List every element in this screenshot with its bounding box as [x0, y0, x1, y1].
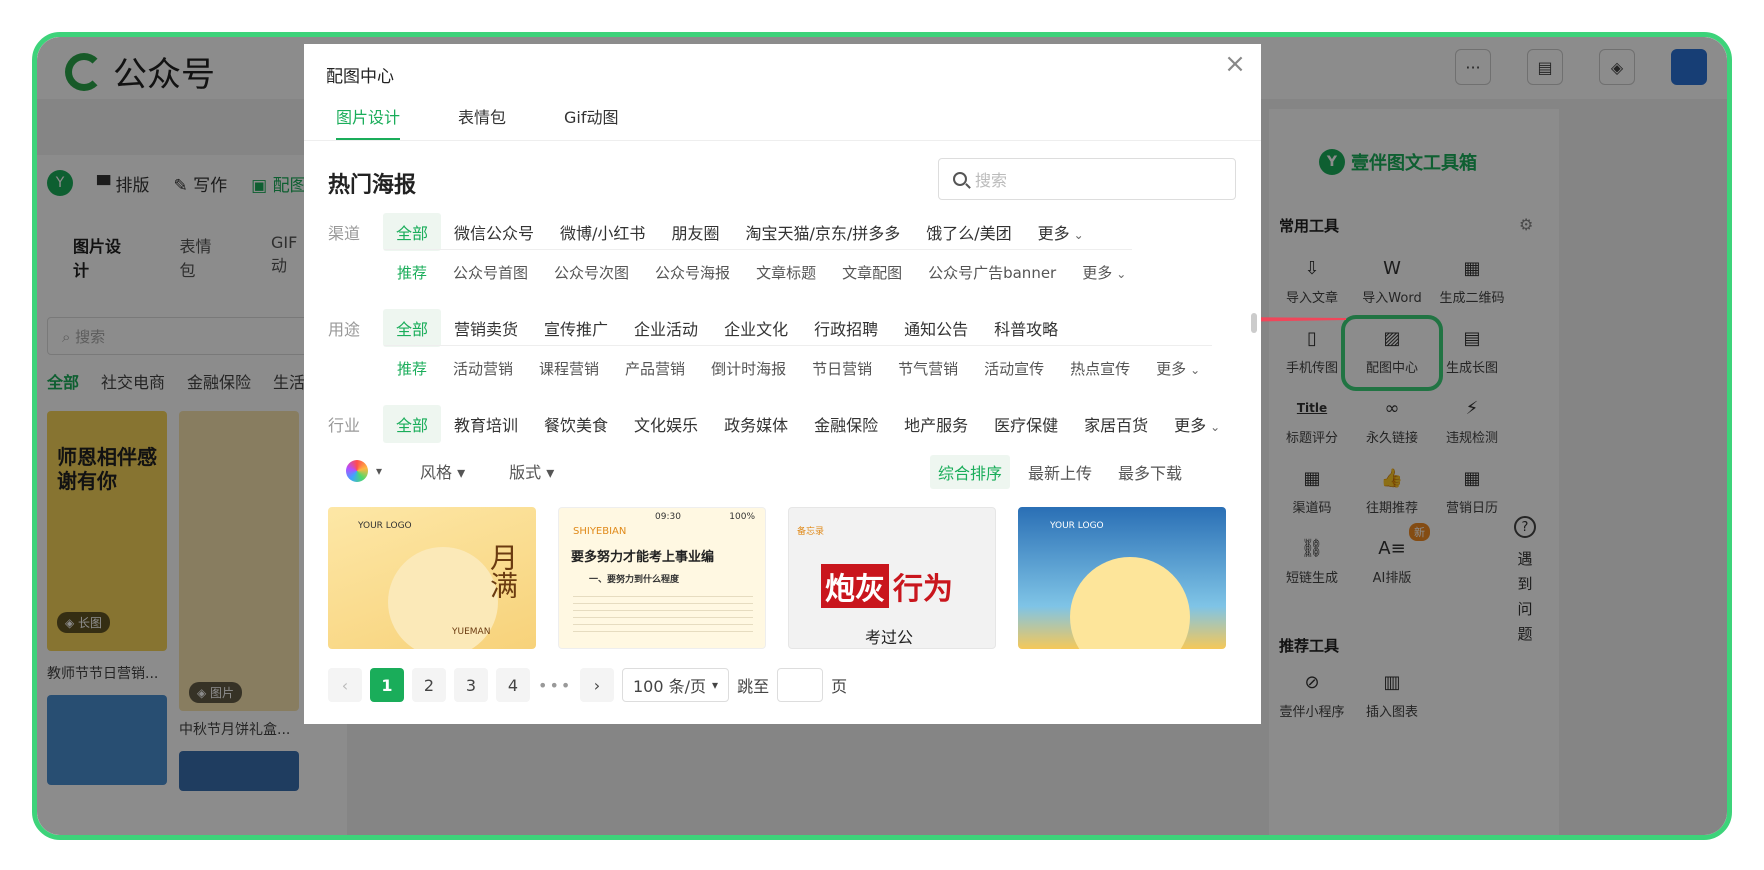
- modal-body: 热门海报 搜索 渠道 全部 微信公众号 微博/小红书 朋友圈 淘宝天猫/京东/拼多多 饿了…: [304, 141, 1261, 649]
- sub-filter-chip[interactable]: 文章标题: [743, 255, 829, 290]
- search-input[interactable]: 搜索: [938, 158, 1236, 200]
- filter-chip[interactable]: 通知公告: [891, 309, 981, 347]
- filter-chip[interactable]: 企业文化: [711, 309, 801, 347]
- poster-card[interactable]: YOUR LOGO 月满 YUEMAN: [328, 507, 536, 649]
- pagination: ‹ 1 2 3 4 ••• › 100 条/页 ▾ 跳至 页: [328, 668, 847, 702]
- page-button[interactable]: 3: [454, 668, 488, 702]
- page-size-select[interactable]: 100 条/页 ▾: [622, 668, 730, 702]
- filter-chip[interactable]: 地产服务: [891, 405, 981, 443]
- channel-filter-row: 渠道 全部 微信公众号 微博/小红书 朋友圈 淘宝天猫/京东/拼多多 饿了么/美团 更多 ⌄: [328, 213, 1097, 251]
- sub-filter-chip[interactable]: 更多 ⌄: [1143, 351, 1213, 386]
- chevron-down-icon: ⌄: [1116, 267, 1127, 281]
- modal-title: 配图中心: [326, 67, 394, 87]
- poster-card[interactable]: YOUR LOGO: [1018, 507, 1226, 649]
- sort-downloads[interactable]: 最多下载: [1110, 455, 1190, 489]
- sub-filter-chip[interactable]: 推荐: [384, 255, 440, 290]
- prev-page-button[interactable]: ‹: [328, 668, 362, 702]
- divider: [384, 345, 1212, 346]
- jump-page-input[interactable]: [777, 668, 824, 702]
- sub-filter-chip[interactable]: 公众号海报: [642, 255, 743, 290]
- scrollbar[interactable]: [1251, 313, 1257, 333]
- filter-chip[interactable]: 文化娱乐: [621, 405, 711, 443]
- sub-filter-chip[interactable]: 热点宣传: [1057, 351, 1143, 386]
- page-button[interactable]: 2: [412, 668, 446, 702]
- sub-filter-chip[interactable]: 公众号次图: [541, 255, 642, 290]
- chevron-down-icon: ⌄: [1190, 363, 1201, 377]
- filter-chip[interactable]: 科普攻略: [981, 309, 1071, 347]
- sub-filter-chip[interactable]: 公众号广告banner: [915, 255, 1069, 290]
- filter-chip[interactable]: 行政招聘: [801, 309, 891, 347]
- chevron-down-icon[interactable]: ▾: [376, 464, 382, 478]
- filter-chip[interactable]: 教育培训: [441, 405, 531, 443]
- color-filter-icon[interactable]: [346, 460, 368, 482]
- poster-card[interactable]: 备忘录 炮灰 行为 考过公: [788, 507, 996, 649]
- chevron-down-icon: ▾: [712, 678, 719, 692]
- filter-chip[interactable]: 全部: [383, 405, 442, 443]
- layout-filter[interactable]: 版式 ▾: [509, 459, 554, 483]
- filter-chip[interactable]: 金融保险: [801, 405, 891, 443]
- page-unit-label: 页: [831, 677, 848, 696]
- filter-chip[interactable]: 餐饮美食: [531, 405, 621, 443]
- filter-chip[interactable]: 更多 ⌄: [1025, 213, 1097, 251]
- tab-gif[interactable]: Gif动图: [564, 104, 618, 140]
- section-heading: 热门海报: [328, 173, 417, 198]
- filter-chip[interactable]: 医疗保健: [981, 405, 1071, 443]
- chevron-down-icon: ⌄: [1210, 420, 1221, 434]
- image-center-modal: 配图中心 × 图片设计 表情包 Gif动图 热门海报 搜索 渠道 全部 微信公众号…: [304, 44, 1261, 724]
- page-button[interactable]: 1: [370, 668, 404, 702]
- sort-newest[interactable]: 最新上传: [1020, 455, 1100, 489]
- sub-filter-chip[interactable]: 节日营销: [799, 351, 885, 386]
- filter-chip[interactable]: 宣传推广: [531, 309, 621, 347]
- channel-sub-row: 推荐 公众号首图 公众号次图 公众号海报 文章标题 文章配图 公众号广告banner 更多 ⌄: [384, 255, 1139, 290]
- filter-chip[interactable]: 政务媒体: [711, 405, 801, 443]
- filter-chip[interactable]: 企业活动: [621, 309, 711, 347]
- search-icon: [953, 172, 967, 186]
- sub-filter-chip[interactable]: 节气营销: [885, 351, 971, 386]
- jump-label: 跳至: [737, 677, 770, 696]
- filter-chip[interactable]: 营销卖货: [441, 309, 531, 347]
- filter-chip[interactable]: 淘宝天猫/京东/拼多多: [732, 213, 913, 251]
- sub-filter-chip[interactable]: 公众号首图: [440, 255, 541, 290]
- close-icon[interactable]: ×: [1221, 50, 1249, 78]
- sub-filter-chip[interactable]: 课程营销: [526, 351, 612, 386]
- filter-chip[interactable]: 更多 ⌄: [1161, 405, 1233, 443]
- filter-chip[interactable]: 家居百货: [1071, 405, 1161, 443]
- next-page-button[interactable]: ›: [580, 668, 614, 702]
- tab-image-design[interactable]: 图片设计: [336, 104, 401, 140]
- sub-filter-chip[interactable]: 文章配图: [829, 255, 915, 290]
- page-button[interactable]: 4: [496, 668, 530, 702]
- poster-grid: YOUR LOGO 月满 YUEMAN 09:30 100% SHIYEBIAN…: [328, 507, 1226, 649]
- divider: [384, 249, 1132, 250]
- filter-chip[interactable]: 微信公众号: [441, 213, 547, 251]
- style-filter[interactable]: 风格 ▾: [420, 459, 465, 483]
- filter-chip[interactable]: 全部: [383, 213, 442, 251]
- usage-filter-row: 用途 全部 营销卖货 宣传推广 企业活动 企业文化 行政招聘 通知公告 科普攻略: [328, 309, 1071, 347]
- pagination-ellipsis: •••: [538, 675, 573, 695]
- industry-filter-row: 行业 全部 教育培训 餐饮美食 文化娱乐 政务媒体 金融保险 地产服务 医疗保健 家居百货 更多 ⌄: [328, 405, 1233, 443]
- sort-options: 综合排序 最新上传 最多下载: [929, 455, 1190, 489]
- sub-filter-chip[interactable]: 活动宣传: [971, 351, 1057, 386]
- sub-filter-chip[interactable]: 活动营销: [440, 351, 526, 386]
- sub-filter-chip[interactable]: 产品营销: [612, 351, 698, 386]
- usage-sub-row: 推荐 活动营销 课程营销 产品营销 倒计时海报 节日营销 节气营销 活动宣传 热点宣传 更多 ⌄: [384, 351, 1213, 386]
- filter-chip[interactable]: 朋友圈: [658, 213, 732, 251]
- sub-filter-chip[interactable]: 推荐: [384, 351, 440, 386]
- sort-comprehensive[interactable]: 综合排序: [929, 455, 1010, 489]
- filter-chip[interactable]: 全部: [383, 309, 442, 347]
- moon-shape: [1070, 557, 1190, 649]
- filter-chip[interactable]: 微博/小红书: [547, 213, 658, 251]
- modal-tabs: 图片设计 表情包 Gif动图: [336, 104, 619, 140]
- filter-chip[interactable]: 饿了么/美团: [913, 213, 1024, 251]
- tab-stickers[interactable]: 表情包: [458, 104, 506, 140]
- chevron-down-icon: ⌄: [1073, 228, 1084, 242]
- sub-filter-chip[interactable]: 倒计时海报: [698, 351, 799, 386]
- sort-and-style-bar: ▾ 风格 ▾ 版式 ▾ 综合排序 最新上传 最多下载: [328, 455, 1228, 489]
- poster-card[interactable]: 09:30 100% SHIYEBIAN 要多努力才能考上事业编 一、要努力到什…: [558, 507, 766, 649]
- sub-filter-chip[interactable]: 更多 ⌄: [1069, 255, 1139, 290]
